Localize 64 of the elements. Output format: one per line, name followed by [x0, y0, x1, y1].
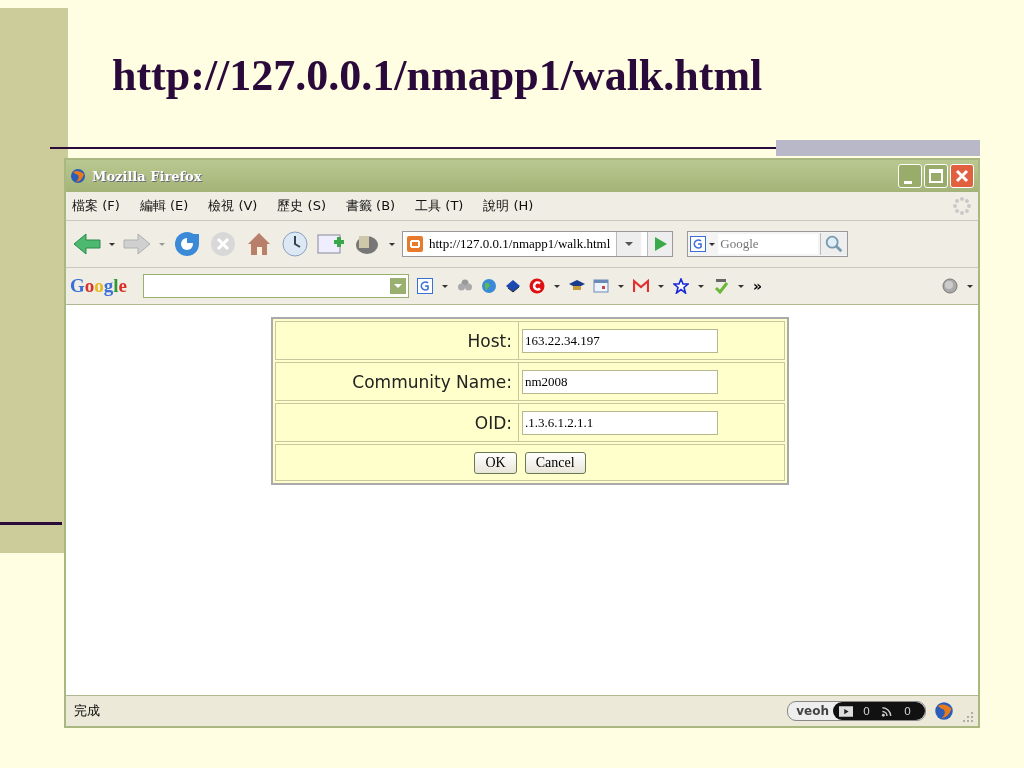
google-logo: Google: [70, 275, 127, 297]
clock-icon[interactable]: [280, 230, 310, 258]
window-title: Mozilla Firefox: [92, 168, 202, 184]
menu-item[interactable]: 說明 (H): [483, 197, 534, 215]
dropdown-arrow-icon[interactable]: [617, 282, 625, 290]
dropdown-arrow-icon[interactable]: [657, 282, 665, 290]
menu-item[interactable]: 檢視 (V): [208, 197, 258, 215]
dropdown-arrow-icon[interactable]: [966, 282, 974, 290]
calendar-icon[interactable]: [593, 278, 609, 294]
throbber-icon: [952, 196, 972, 216]
globe-icon: [70, 168, 86, 184]
google-search-field[interactable]: [143, 274, 409, 298]
veoh-logo: veoh: [796, 704, 829, 718]
resize-grip-icon[interactable]: [962, 711, 974, 723]
star-icon[interactable]: [673, 278, 689, 294]
more-button[interactable]: »: [753, 278, 763, 294]
search-icon[interactable]: [820, 233, 848, 255]
url-text: http://127.0.0.1/nmapp1/walk.html: [429, 236, 611, 252]
maximize-button[interactable]: [924, 164, 948, 188]
menu-item[interactable]: 書籤 (B): [345, 197, 396, 215]
dropdown-arrow-icon[interactable]: [708, 240, 717, 248]
menu-item[interactable]: 歷史 (S): [277, 197, 326, 215]
globe-icon[interactable]: [934, 701, 954, 721]
search-engine-icon[interactable]: [417, 278, 433, 294]
search-engine-icon: [690, 236, 707, 252]
globe-icon[interactable]: [481, 278, 497, 294]
video-icon: [839, 705, 853, 717]
input-field[interactable]: .1.3.6.1.2.1.1: [522, 410, 718, 435]
input-field[interactable]: 163.22.34.197: [522, 328, 718, 353]
cancel-button[interactable]: Cancel: [524, 451, 586, 474]
minimize-button[interactable]: [898, 164, 922, 188]
dropdown-arrow-icon[interactable]: [441, 282, 449, 290]
circle-c-icon[interactable]: [529, 278, 545, 294]
veoh-widget[interactable]: veoh 0 0: [787, 701, 926, 721]
rss-icon: [880, 705, 894, 717]
status-text: 完成: [74, 702, 100, 720]
dropdown-arrow-icon[interactable]: [388, 240, 396, 248]
video-count: 0: [863, 704, 870, 718]
minimize-icon: [904, 180, 912, 184]
slide-title: http://127.0.0.1/nmapp1/walk.html: [112, 50, 763, 102]
dropdown-arrow-icon[interactable]: [108, 240, 116, 248]
menu-item[interactable]: 檔案 (F): [72, 197, 120, 215]
dropdown-arrow-icon[interactable]: [553, 282, 561, 290]
field-label: OID:: [474, 412, 512, 433]
go-icon[interactable]: [647, 232, 673, 256]
close-button[interactable]: [950, 164, 974, 188]
search-field[interactable]: Google: [687, 231, 849, 257]
address-bar[interactable]: http://127.0.0.1/nmapp1/walk.html: [402, 231, 674, 257]
field-label: Host:: [467, 330, 512, 351]
reload-icon[interactable]: [172, 230, 202, 258]
settings-icon[interactable]: [942, 278, 958, 294]
ok-button[interactable]: OK: [474, 451, 517, 474]
mail-icon[interactable]: [633, 278, 649, 294]
dropdown-arrow-icon[interactable]: [697, 282, 705, 290]
site-icon: [407, 236, 423, 252]
field-label: Community Name:: [352, 371, 512, 392]
maximize-icon: [926, 166, 946, 186]
feed-count: 0: [904, 704, 911, 718]
input-field[interactable]: nm2008: [522, 369, 718, 394]
menu-item[interactable]: 工具 (T): [415, 197, 464, 215]
back-icon[interactable]: [72, 230, 102, 258]
dropdown-arrow-icon[interactable]: [737, 282, 745, 290]
menu-item[interactable]: 編輯 (E): [139, 197, 189, 215]
spellcheck-icon[interactable]: [713, 278, 729, 294]
